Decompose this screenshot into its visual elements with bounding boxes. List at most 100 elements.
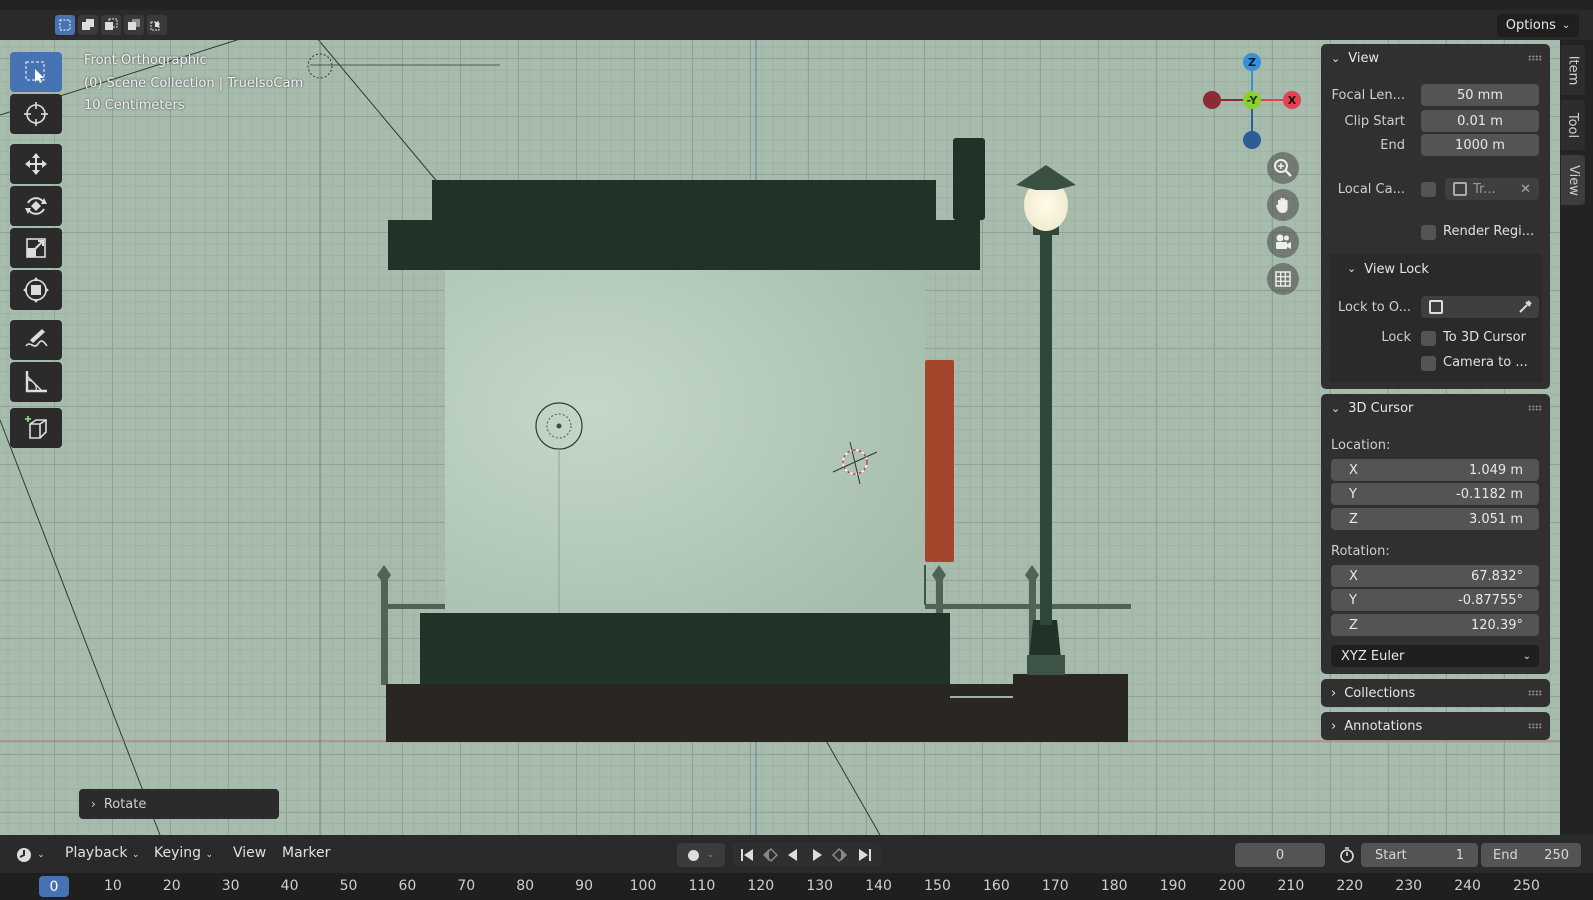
options-label: Options <box>1505 18 1556 33</box>
menu-keying[interactable]: Keying ⌄ <box>154 845 213 861</box>
drag-grip-icon[interactable] <box>1528 405 1542 411</box>
select-subtract-mode-icon[interactable] <box>101 15 121 35</box>
annotations-panel-header[interactable]: › Annotations <box>1321 712 1550 740</box>
clear-x-icon[interactable]: ✕ <box>1520 182 1531 197</box>
location-z-field[interactable]: Z 3.051 m <box>1331 508 1539 530</box>
frame-tick-label: 150 <box>924 878 951 894</box>
current-frame-field[interactable]: 0 <box>1235 843 1325 867</box>
door <box>925 360 954 562</box>
rotation-x-field[interactable]: X 67.832° <box>1331 565 1539 587</box>
clip-end-field[interactable]: 1000 m <box>1421 134 1539 156</box>
move-tool[interactable] <box>10 144 62 184</box>
location-x-field[interactable]: X 1.049 m <box>1331 459 1539 481</box>
frame-tick-label: 240 <box>1454 878 1481 894</box>
menu-view[interactable]: View <box>233 845 266 861</box>
playhead-frame-indicator[interactable]: 0 <box>39 876 69 897</box>
render-region-checkbox[interactable] <box>1421 225 1436 240</box>
local-camera-value: Tr... <box>1473 181 1496 197</box>
cursor-tool[interactable] <box>10 94 62 134</box>
start-frame-field[interactable]: Start 1 <box>1361 843 1478 867</box>
select-difference-mode-icon[interactable] <box>124 15 144 35</box>
collections-title: Collections <box>1344 685 1416 701</box>
pan-button[interactable] <box>1267 189 1299 221</box>
play-reverse-icon <box>788 849 797 861</box>
select-extend-mode-icon[interactable] <box>78 15 98 35</box>
playback-controls <box>733 843 881 867</box>
options-dropdown[interactable]: Options ⌄ <box>1497 14 1579 37</box>
measure-tool[interactable] <box>10 362 62 402</box>
rotation-z-value: 120.39° <box>1471 617 1523 633</box>
frame-tick-label: 160 <box>983 878 1010 894</box>
location-label: Location: <box>1331 438 1391 453</box>
ortho-toggle-button[interactable] <box>1267 263 1299 295</box>
grid-scale: 10 Centimeters <box>84 98 185 113</box>
view-lock-subpanel: ⌄ View Lock Lock to O... Lock To 3D Curs… <box>1329 254 1542 382</box>
local-camera-checkbox[interactable] <box>1421 182 1436 197</box>
house-roof-top <box>432 180 936 222</box>
preview-range-toggle[interactable] <box>1335 843 1359 867</box>
menu-playback[interactable]: Playback ⌄ <box>65 845 139 861</box>
scale-tool[interactable] <box>10 228 62 268</box>
chimney <box>953 138 985 220</box>
rotation-y-field[interactable]: Y -0.87755° <box>1331 589 1539 611</box>
camera-to-view-checkbox[interactable] <box>1421 356 1436 371</box>
chevron-down-icon: ⌄ <box>706 850 715 860</box>
auto-keying-toggle[interactable]: ⌄ <box>677 843 725 867</box>
lock-to-cursor-checkbox[interactable] <box>1421 331 1436 346</box>
last-operator-panel[interactable]: › Rotate <box>79 789 279 819</box>
frame-ruler[interactable]: 0 10 20 30 40 50 60 70 80 90 100 110 120 130 140 150 16… <box>0 873 1593 900</box>
view-lock-header[interactable]: ⌄ View Lock <box>1347 262 1429 277</box>
local-camera-field[interactable]: Tr... ✕ <box>1445 178 1539 200</box>
editor-type-dropdown[interactable]: ⌄ <box>10 843 50 867</box>
camera-view-button[interactable] <box>1267 226 1299 258</box>
frame-tick-label: 170 <box>1041 878 1069 894</box>
select-new-mode-icon[interactable] <box>55 15 75 35</box>
tab-view[interactable]: View <box>1561 155 1585 205</box>
porch-block <box>420 613 950 688</box>
collections-panel[interactable]: › Collections <box>1321 679 1550 707</box>
add-cube-tool[interactable] <box>10 408 62 448</box>
annotations-panel[interactable]: › Annotations <box>1321 712 1550 740</box>
clip-end-label: End <box>1380 138 1405 153</box>
view-panel-title: View <box>1348 50 1380 66</box>
frame-tick-label: 180 <box>1100 878 1128 894</box>
frame-tick-label: 250 <box>1513 878 1540 894</box>
rotation-z-field[interactable]: Z 120.39° <box>1331 614 1539 636</box>
zoom-icon <box>1274 159 1292 177</box>
3d-cursor-panel-header[interactable]: ⌄ 3D Cursor <box>1321 394 1550 422</box>
eyedropper-icon[interactable] <box>1517 299 1533 319</box>
local-camera-label: Local Ca... <box>1337 182 1405 197</box>
focal-length-field[interactable]: 50 mm <box>1421 84 1539 106</box>
drag-grip-icon[interactable] <box>1528 723 1542 729</box>
menu-marker[interactable]: Marker <box>282 845 330 861</box>
lock-to-object-field[interactable] <box>1421 296 1539 318</box>
location-y-field[interactable]: Y -0.1182 m <box>1331 483 1539 505</box>
chevron-down-icon: ⌄ <box>37 850 45 860</box>
chevron-right-icon: › <box>1331 718 1337 734</box>
drag-grip-icon[interactable] <box>1528 55 1542 61</box>
tab-item[interactable]: Item <box>1561 45 1585 95</box>
annotate-tool[interactable] <box>10 320 62 360</box>
rotate-tool[interactable] <box>10 186 62 226</box>
focal-length-label: Focal Len... <box>1331 88 1405 103</box>
fence-post-left <box>381 575 388 685</box>
transform-tool[interactable] <box>10 270 62 310</box>
select-intersect-mode-icon[interactable] <box>147 15 167 35</box>
prev-keyframe-icon <box>763 847 779 863</box>
rotation-mode-dropdown[interactable]: XYZ Euler ⌄ <box>1331 645 1539 667</box>
tab-tool[interactable]: Tool <box>1561 100 1585 150</box>
end-frame-field[interactable]: End 250 <box>1481 843 1581 867</box>
view-panel-header[interactable]: ⌄ View <box>1321 44 1550 72</box>
zoom-button[interactable] <box>1267 152 1299 184</box>
camera-to-view-label: Camera to ... <box>1443 355 1528 370</box>
drag-grip-icon[interactable] <box>1528 690 1542 696</box>
svg-text:Z: Z <box>1248 56 1256 69</box>
clip-start-field[interactable]: 0.01 m <box>1421 110 1539 132</box>
frame-tick-label: 80 <box>516 878 535 894</box>
chevron-down-icon: ⌄ <box>1561 20 1571 31</box>
start-frame-label: Start <box>1375 847 1407 863</box>
timeline-header: ⌄ Playback ⌄ Keying ⌄ View Marker ⌄ 0 St… <box>0 835 1593 873</box>
select-box-tool[interactable] <box>10 52 62 92</box>
collections-panel-header[interactable]: › Collections <box>1321 679 1550 707</box>
lock-label: Lock <box>1381 330 1411 345</box>
